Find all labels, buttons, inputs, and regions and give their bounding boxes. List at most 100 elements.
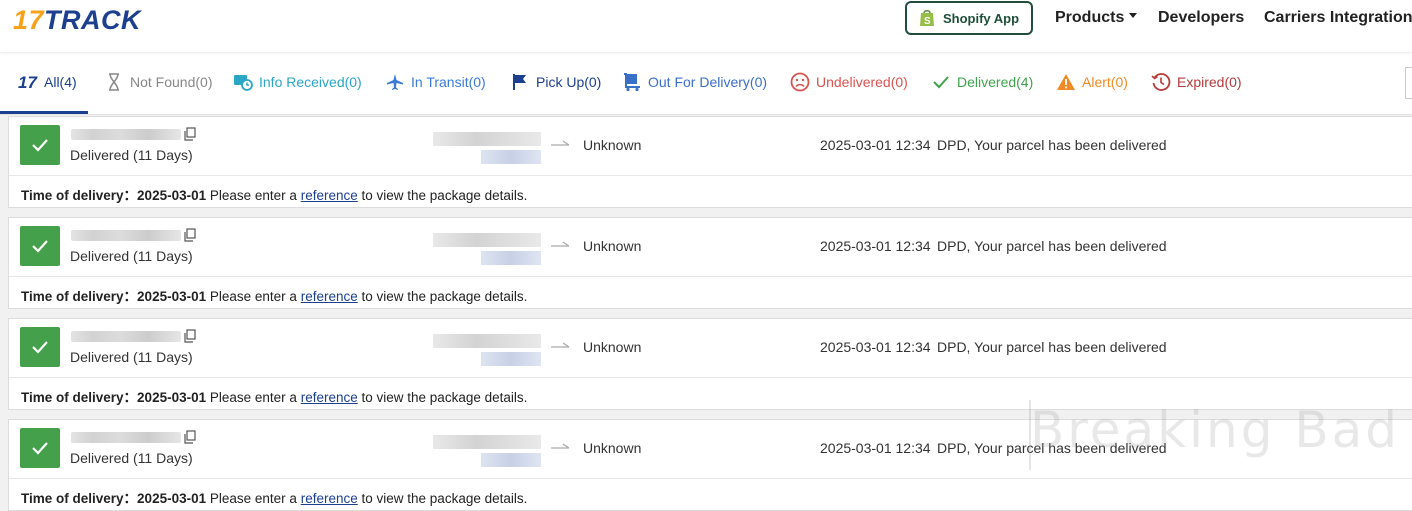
delivery-date: 2025-03-01	[137, 188, 207, 203]
shipment-status: Delivered (11 Days)	[70, 147, 193, 163]
tab-undelivered-label: Undelivered(0)	[816, 74, 908, 90]
delivered-check-icon	[20, 428, 60, 468]
reference-link[interactable]: reference	[301, 188, 358, 203]
event-text: DPD, Your parcel has been delivered	[937, 137, 1167, 153]
tracking-number-redacted	[71, 129, 181, 140]
origin-redacted	[433, 132, 543, 166]
nav-developers[interactable]: Developers	[1158, 9, 1244, 27]
tab-delivered-label: Delivered(4)	[957, 74, 1034, 90]
tab-in-transit-label: In Transit(0)	[411, 74, 486, 90]
nav-products-label: Products	[1055, 9, 1125, 26]
shopify-app-label: Shopify App	[943, 10, 1020, 26]
destination: Unknown	[583, 137, 642, 153]
route-arrow-icon	[551, 140, 570, 146]
shipment-card[interactable]: Delivered (11 Days) Unknown 2025-03-01 1…	[8, 318, 1412, 410]
delivery-text-before: Please enter a	[209, 188, 297, 203]
destination: Unknown	[583, 238, 642, 254]
delivered-check-icon	[20, 125, 60, 165]
copy-icon[interactable]	[183, 430, 197, 444]
origin-redacted	[433, 334, 543, 368]
route-arrow-icon	[551, 241, 570, 247]
tab-pick-up-label: Pick Up(0)	[536, 74, 602, 90]
nav-developers-label: Developers	[1158, 9, 1245, 26]
tracking-number-redacted	[71, 432, 181, 443]
card-divider	[9, 276, 1412, 277]
reference-link[interactable]: reference	[301, 390, 358, 405]
delivery-date: 2025-03-01	[137, 390, 207, 405]
event-time: 2025-03-01 12:34	[820, 137, 931, 153]
tab-scroll-handle[interactable]	[1405, 67, 1412, 99]
delivery-text-before: Please enter a	[209, 289, 297, 304]
delivery-date: 2025-03-01	[137, 491, 207, 506]
copy-icon[interactable]	[183, 329, 197, 343]
active-tab-indicator	[0, 111, 88, 114]
tab-not-found[interactable]: Not Found(0)	[104, 71, 212, 93]
warning-triangle-icon	[1056, 72, 1076, 92]
card-divider	[9, 377, 1412, 378]
tab-alert[interactable]: Alert(0)	[1056, 71, 1128, 93]
watermark-text: Breaking Bad	[1030, 401, 1401, 459]
info-received-clock-icon	[233, 72, 253, 92]
tab-not-found-label: Not Found(0)	[130, 74, 213, 90]
svg-text:17: 17	[18, 73, 38, 91]
reference-link[interactable]: reference	[301, 491, 358, 506]
delivery-info: Time of delivery：2025-03-01 Please enter…	[21, 184, 527, 204]
tab-expired[interactable]: Expired(0)	[1151, 71, 1242, 93]
tab-expired-label: Expired(0)	[1177, 74, 1242, 90]
tab-out-for-delivery[interactable]: Out For Delivery(0)	[622, 71, 767, 93]
status-tab-bar: 17 All(4) Not Found(0) Info Received(0) …	[0, 52, 1412, 115]
tab-in-transit[interactable]: In Transit(0)	[385, 71, 486, 93]
shipment-status: Delivered (11 Days)	[70, 450, 193, 466]
delivery-label: Time of delivery：	[21, 289, 138, 304]
tab-out-for-delivery-label: Out For Delivery(0)	[648, 74, 768, 90]
delivery-label: Time of delivery：	[21, 188, 138, 203]
delivery-info: Time of delivery：2025-03-01 Please enter…	[21, 487, 527, 507]
nav-carriers-integration[interactable]: Carriers Integration	[1264, 9, 1412, 27]
tab-alert-label: Alert(0)	[1082, 74, 1128, 90]
event-time: 2025-03-01 12:34	[820, 339, 931, 355]
tab-delivered[interactable]: Delivered(4)	[931, 71, 1033, 93]
delivery-date: 2025-03-01	[137, 289, 207, 304]
17track-logo[interactable]: 17 TRACK	[13, 5, 141, 35]
copy-icon[interactable]	[183, 127, 197, 141]
origin-redacted	[433, 435, 543, 469]
delivery-text-before: Please enter a	[209, 491, 297, 506]
card-divider	[9, 175, 1412, 176]
nav-products[interactable]: Products	[1055, 9, 1138, 27]
tracking-number-redacted	[71, 331, 181, 342]
destination: Unknown	[583, 440, 642, 456]
checkmark-icon	[931, 72, 951, 92]
origin-redacted	[433, 233, 543, 267]
event-time: 2025-03-01 12:34	[820, 440, 931, 456]
delivery-text-after: to view the package details.	[361, 491, 528, 506]
delivery-text-after: to view the package details.	[361, 390, 528, 405]
logo-word: TRACK	[44, 4, 142, 35]
sad-face-icon	[790, 72, 810, 92]
delivery-info: Time of delivery：2025-03-01 Please enter…	[21, 386, 527, 406]
shopify-bag-icon: S	[920, 9, 934, 27]
destination: Unknown	[583, 339, 642, 355]
tab-pick-up[interactable]: Pick Up(0)	[510, 71, 601, 93]
delivery-text-after: to view the package details.	[361, 289, 528, 304]
delivery-cart-icon	[622, 72, 642, 92]
copy-icon[interactable]	[183, 228, 197, 242]
logo-number: 17	[13, 4, 45, 35]
shipment-card[interactable]: Delivered (11 Days) Unknown 2025-03-01 1…	[8, 217, 1412, 309]
delivery-label: Time of delivery：	[21, 390, 138, 405]
hourglass-icon	[104, 72, 124, 92]
reference-link[interactable]: reference	[301, 289, 358, 304]
tab-info-received-label: Info Received(0)	[259, 74, 362, 90]
delivery-text-before: Please enter a	[209, 390, 297, 405]
shipment-card[interactable]: Delivered (11 Days) Unknown 2025-03-01 1…	[8, 116, 1412, 208]
tab-all[interactable]: 17 All(4)	[18, 71, 77, 93]
event-text: DPD, Your parcel has been delivered	[937, 238, 1167, 254]
shipment-status: Delivered (11 Days)	[70, 248, 193, 264]
delivered-check-icon	[20, 226, 60, 266]
shopify-app-button[interactable]: S Shopify App	[905, 1, 1033, 35]
flag-icon	[510, 72, 530, 92]
route-arrow-icon	[551, 443, 570, 449]
delivery-label: Time of delivery：	[21, 491, 138, 506]
tab-info-received[interactable]: Info Received(0)	[233, 71, 362, 93]
tab-undelivered[interactable]: Undelivered(0)	[790, 71, 908, 93]
delivered-check-icon	[20, 327, 60, 367]
